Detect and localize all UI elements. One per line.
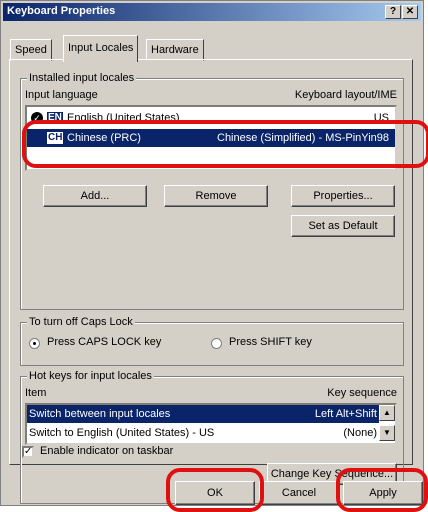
window-title: Keyboard Properties [7,5,116,17]
cancel-button[interactable]: Cancel [259,481,339,505]
tab-speed[interactable]: Speed [10,39,52,61]
input-language-header: Input language [25,89,98,101]
installed-locales-group: Installed input locales Input language K… [20,72,404,310]
indicator-label[interactable]: Enable indicator on taskbar [40,445,173,457]
shift-option-label[interactable]: Press SHIFT key [229,336,312,348]
caps-lock-radio[interactable] [29,338,40,349]
ok-button[interactable]: OK [175,481,255,505]
tab-input-locales[interactable]: Input Locales [63,35,139,62]
tab-hardware[interactable]: Hardware [146,39,204,61]
help-icon[interactable]: ? [385,5,401,19]
hotkey-sequence: (None) [343,427,377,439]
add-button[interactable]: Add... [43,185,147,207]
scroll-up-icon[interactable]: ▲ [379,405,395,421]
layout-name: US [373,112,389,124]
installed-locales-label: Installed input locales [27,72,137,84]
locales-list[interactable]: ✓ EN English (United States) US CH Chine… [25,105,397,171]
language-badge: CH [47,132,64,144]
hotkey-item: Switch to English (United States) - US [29,427,215,439]
title-bar[interactable]: Keyboard Properties ? ✕ [3,3,421,21]
keyboard-properties-window: Keyboard Properties ? ✕ Speed Input Loca… [0,0,424,506]
layout-name: Chinese (Simplified) - MS-PinYin98 [217,132,389,144]
caps-lock-label: To turn off Caps Lock [27,316,135,328]
remove-button[interactable]: Remove [164,185,268,207]
default-check-icon: ✓ [31,112,43,124]
key-sequence-header: Key sequence [327,387,397,399]
keyboard-layout-header: Keyboard layout/IME [294,89,397,101]
hotkey-item: Switch between input locales [29,408,171,420]
scroll-down-icon[interactable]: ▼ [379,425,395,441]
hotkeys-label: Hot keys for input locales [27,370,154,382]
language-name: English (United States) [67,112,180,124]
item-header: Item [25,387,47,399]
shift-radio[interactable] [211,338,222,349]
list-item-chinese[interactable]: CH Chinese (PRC) Chinese (Simplified) - … [27,129,395,147]
properties-button[interactable]: Properties... [291,185,395,207]
hotkey-sequence: Left Alt+Shift [314,408,377,420]
language-badge: EN [47,112,63,124]
close-icon[interactable]: ✕ [402,5,418,19]
hotkey-row-switch[interactable]: Switch between input locales Left Alt+Sh… [27,405,379,423]
set-as-default-button[interactable]: Set as Default [291,215,395,237]
list-item-english[interactable]: ✓ EN English (United States) US [27,109,395,127]
language-name: Chinese (PRC) [67,132,141,144]
tab-panel: Installed input locales Input language K… [9,59,413,504]
hotkeys-list[interactable]: Switch between input locales Left Alt+Sh… [25,403,397,445]
apply-button[interactable]: Apply [343,481,423,505]
caps-lock-option-label[interactable]: Press CAPS LOCK key [47,336,161,348]
indicator-checkbox[interactable]: ✓ [22,446,34,458]
hotkey-row-english[interactable]: Switch to English (United States) - US (… [27,424,379,442]
caps-lock-group: To turn off Caps Lock Press CAPS LOCK ke… [20,316,404,366]
